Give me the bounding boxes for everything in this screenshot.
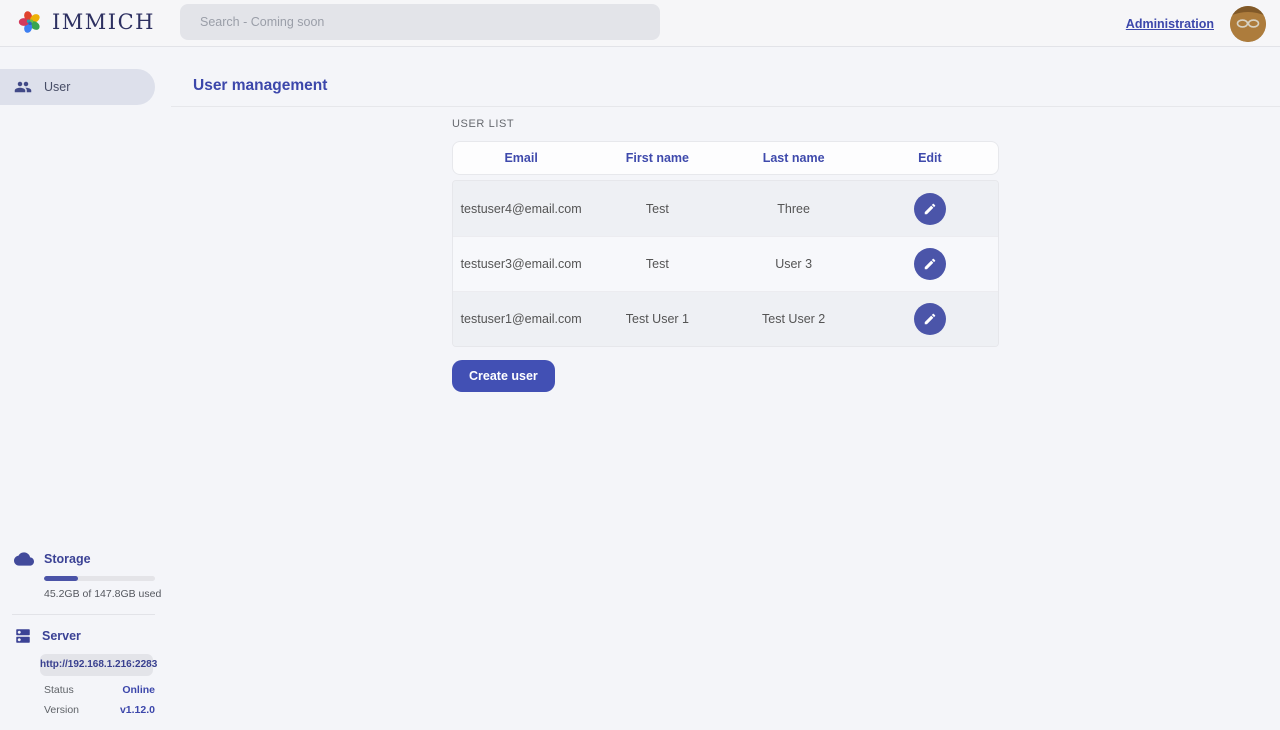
status-value: Online <box>122 684 155 696</box>
table-header-row: Email First name Last name Edit <box>452 141 999 175</box>
sidebar-item-user-label: User <box>44 80 70 94</box>
sidebar-footer: Storage 45.2GB of 147.8GB used Server ht… <box>0 549 170 730</box>
user-management-panel: USER LIST Email First name Last name Edi… <box>452 48 999 392</box>
avatar-photo <box>1230 6 1266 42</box>
column-header-first-name: First name <box>589 151 725 165</box>
version-label: Version <box>44 704 79 716</box>
server-version-row: Version v1.12.0 <box>44 704 155 716</box>
search-input[interactable] <box>180 4 660 40</box>
users-icon <box>14 78 32 96</box>
edit-user-button[interactable] <box>914 193 946 225</box>
app-header: IMMICH Administration <box>0 0 1280 47</box>
status-label: Status <box>44 684 74 696</box>
user-avatar[interactable] <box>1230 6 1266 42</box>
cell-last-name: Test User 2 <box>726 312 862 326</box>
app-name: IMMICH <box>52 10 155 34</box>
main-content: User management USER LIST Email First na… <box>170 48 1280 730</box>
header-right: Administration <box>1126 0 1266 47</box>
page-title: User management <box>193 77 327 95</box>
cell-email: testuser3@email.com <box>453 257 589 271</box>
create-user-button[interactable]: Create user <box>452 360 555 392</box>
server-title: Server <box>42 629 81 643</box>
pencil-icon <box>923 257 937 271</box>
cell-email: testuser1@email.com <box>453 312 589 326</box>
server-rack-icon <box>14 627 32 645</box>
storage-section-header: Storage <box>14 549 170 569</box>
column-header-edit: Edit <box>862 151 998 165</box>
pencil-icon <box>923 202 937 216</box>
storage-progress-bar <box>44 576 155 581</box>
cell-email: testuser4@email.com <box>453 202 589 216</box>
user-list-label: USER LIST <box>452 118 999 130</box>
immich-admin-app: IMMICH Administration User <box>0 0 1280 730</box>
user-table: Email First name Last name Edit testuser… <box>452 141 999 347</box>
table-row: testuser4@email.com Test Three <box>453 181 998 236</box>
server-url-badge: http://192.168.1.216:2283 <box>40 654 153 676</box>
version-value: v1.12.0 <box>120 704 155 716</box>
column-header-email: Email <box>453 151 589 165</box>
edit-user-button[interactable] <box>914 303 946 335</box>
sidebar-item-user[interactable]: User <box>0 69 155 105</box>
cloud-icon <box>14 549 34 569</box>
table-row: testuser3@email.com Test User 3 <box>453 236 998 291</box>
storage-progress-fill <box>44 576 78 581</box>
cell-first-name: Test User 1 <box>589 312 725 326</box>
pencil-icon <box>923 312 937 326</box>
sidebar: User Storage 45.2GB of 147.8GB used Serv… <box>0 48 170 730</box>
app-logo[interactable]: IMMICH <box>16 8 155 36</box>
server-section-header: Server <box>14 627 170 645</box>
column-header-last-name: Last name <box>726 151 862 165</box>
administration-link[interactable]: Administration <box>1126 17 1214 31</box>
table-row: testuser1@email.com Test User 1 Test Use… <box>453 291 998 346</box>
table-body: testuser4@email.com Test Three t <box>452 180 999 347</box>
immich-flower-icon <box>16 8 44 36</box>
cell-last-name: Three <box>726 202 862 216</box>
storage-usage-text: 45.2GB of 147.8GB used <box>44 588 170 600</box>
server-status-row: Status Online <box>44 684 155 696</box>
cell-last-name: User 3 <box>726 257 862 271</box>
sidebar-divider <box>12 614 155 615</box>
cell-first-name: Test <box>589 257 725 271</box>
cell-first-name: Test <box>589 202 725 216</box>
storage-title: Storage <box>44 552 91 566</box>
edit-user-button[interactable] <box>914 248 946 280</box>
